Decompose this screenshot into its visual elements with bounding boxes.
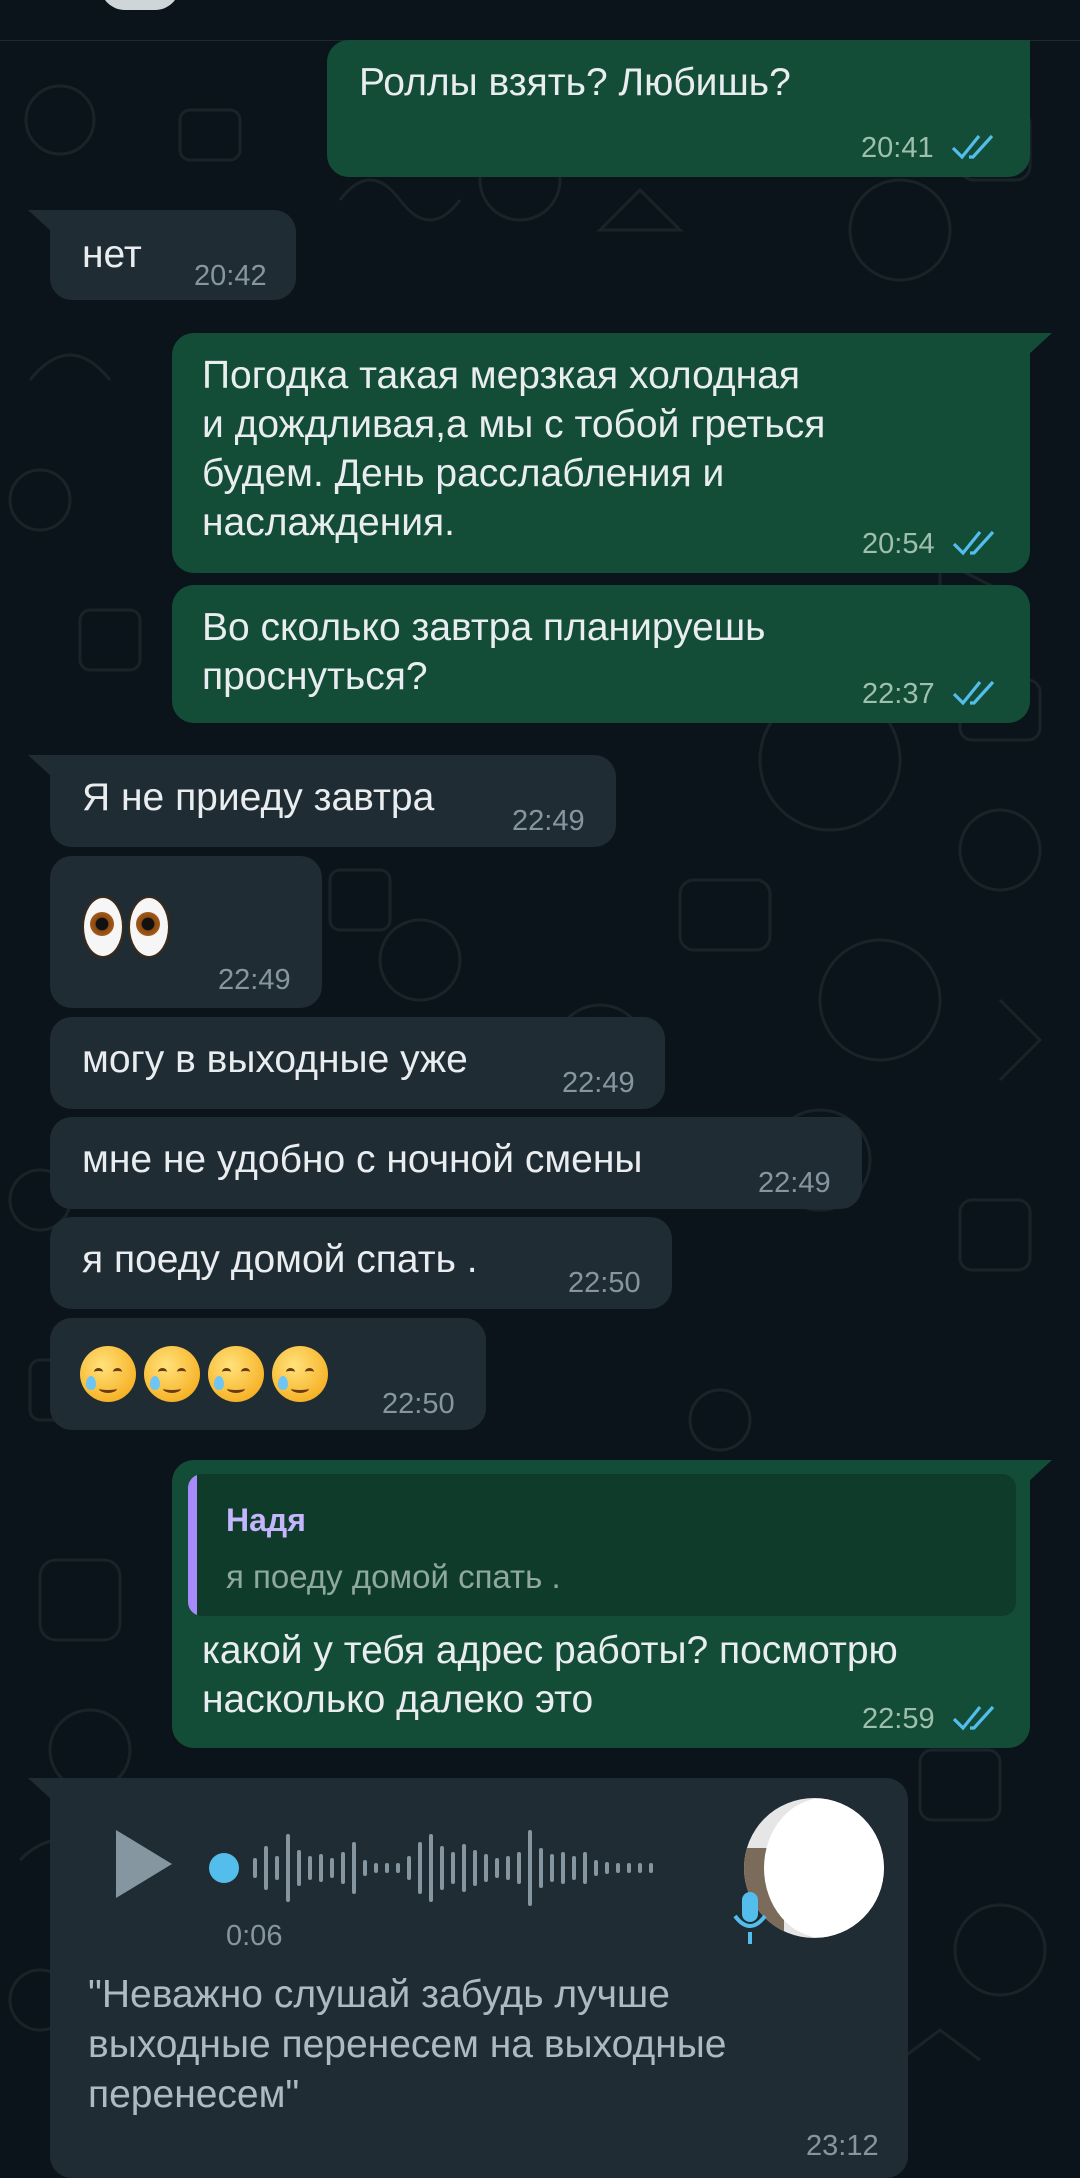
crying-face-icon <box>272 1346 328 1402</box>
quoted-sender-name: Надя <box>226 1502 306 1538</box>
mic-icon <box>733 1892 767 1944</box>
message-incoming[interactable]: Я не приеду завтра 22:49 <box>28 755 616 847</box>
voice-message[interactable]: 0:06 "Неважно слушай забудь лучше выходн… <box>28 1778 908 2178</box>
message-time: 22:50 <box>568 1267 641 1299</box>
contact-avatar[interactable] <box>100 0 180 10</box>
crying-face-icon <box>80 1346 136 1402</box>
message-text: Погодка такая мерзкая холодная и дождлив… <box>202 354 826 544</box>
message-outgoing[interactable]: Погодка такая мерзкая холодная и дождлив… <box>172 333 1052 573</box>
message-time: 22:59 <box>862 1703 935 1735</box>
quote-accent-bar <box>188 1474 197 1616</box>
quoted-text: я поеду домой спать . <box>226 1558 561 1595</box>
message-time: 22:50 <box>382 1388 455 1420</box>
bubble-tail <box>1028 333 1052 355</box>
message-incoming-emoji[interactable]: 22:49 <box>50 856 322 1008</box>
message-text: Роллы взять? Любишь? <box>359 61 791 104</box>
message-text: Я не приеду завтра <box>82 776 435 819</box>
read-ticks-icon <box>951 134 994 160</box>
bubble-tail <box>1028 1460 1052 1482</box>
message-time: 22:49 <box>758 1167 831 1199</box>
bubble-tail <box>28 210 52 232</box>
message-text: могу в выходные уже <box>82 1038 468 1081</box>
message-time: 22:49 <box>512 805 585 837</box>
voice-waveform[interactable] <box>200 1818 740 1918</box>
eye-icon <box>128 896 170 958</box>
message-incoming[interactable]: я поеду домой спать . 22:50 <box>50 1217 672 1309</box>
eyes-emoji <box>82 896 174 963</box>
crying-face-icon <box>144 1346 200 1402</box>
message-text: мне не удобно с ночной смены <box>82 1138 643 1181</box>
bubble-tail <box>28 1778 52 1800</box>
message-incoming-emoji[interactable]: 22:50 <box>50 1318 486 1430</box>
read-ticks-icon <box>952 1705 995 1731</box>
message-incoming[interactable]: мне не удобно с ночной смены 22:49 <box>50 1117 862 1209</box>
top-bar <box>0 0 1080 41</box>
message-time: 20:42 <box>194 260 267 292</box>
message-incoming[interactable]: нет 20:42 <box>28 210 296 300</box>
eye-icon <box>82 896 124 958</box>
crying-faces-emoji <box>80 1346 336 1407</box>
message-text: какой у тебя адрес работы? посмотрю наск… <box>202 1629 898 1721</box>
message-time: 22:37 <box>862 678 935 710</box>
message-outgoing-reply[interactable]: Надя я поеду домой спать . какой у тебя … <box>172 1460 1052 1748</box>
message-text: Во сколько завтра планируешь проснуться? <box>202 606 766 698</box>
message-text: нет <box>82 233 142 276</box>
voice-transcript: "Неважно слушай забудь лучше выходные пе… <box>88 1973 727 2116</box>
message-outgoing[interactable]: Роллы взять? Любишь? 20:41 <box>327 40 1030 177</box>
voice-duration: 0:06 <box>226 1920 283 1952</box>
message-incoming[interactable]: могу в выходные уже 22:49 <box>50 1017 665 1109</box>
message-time: 22:49 <box>562 1067 635 1099</box>
message-time: 20:41 <box>861 132 934 164</box>
message-time: 22:49 <box>218 964 291 996</box>
bubble-tail <box>28 755 52 777</box>
message-text: я поеду домой спать . <box>82 1238 478 1281</box>
quoted-message[interactable]: Надя я поеду домой спать . <box>188 1474 1016 1616</box>
message-outgoing[interactable]: Во сколько завтра планируешь проснуться?… <box>172 585 1030 723</box>
read-ticks-icon <box>952 680 995 706</box>
crying-face-icon <box>208 1346 264 1402</box>
message-time: 20:54 <box>862 528 935 560</box>
read-ticks-icon <box>952 530 995 556</box>
play-icon[interactable] <box>116 1830 172 1898</box>
message-time: 23:12 <box>806 2130 879 2162</box>
